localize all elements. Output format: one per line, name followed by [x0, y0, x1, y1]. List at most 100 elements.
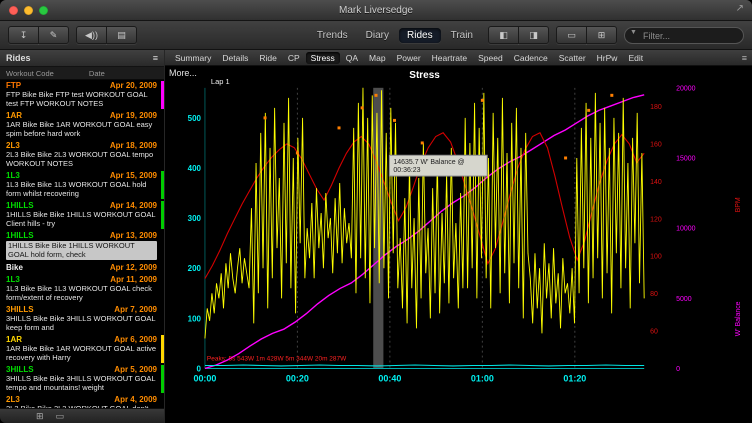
wbal-tick-label: 15000 [676, 155, 696, 162]
chart-tab-bar: SummaryDetailsRideCPStressQAMapPowerHear… [165, 50, 752, 66]
window-title: Mark Liversedge [0, 5, 752, 16]
chart-tab-edit[interactable]: Edit [623, 52, 648, 64]
view-tab-train[interactable]: Train [443, 28, 481, 43]
view-tab-diary[interactable]: Diary [358, 28, 397, 43]
power-tick-label: 100 [188, 314, 202, 323]
ride-list: FTP Apr 20, 2009FTP Bike Bike FTP test WO… [0, 80, 164, 408]
ride-item[interactable]: BikeApr 12, 2009 [0, 262, 164, 274]
ride-date: Apr 19, 2009 [110, 111, 157, 120]
ride-date: Apr 6, 2009 [114, 335, 157, 344]
ride-date: Apr 4, 2009 [114, 395, 157, 404]
chart-tab-speed[interactable]: Speed [473, 52, 508, 64]
sidebar-menu-icon[interactable]: ≡ [153, 53, 158, 63]
ride-description: 3HILLS Bike Bike 3HILLS WORKOUT GOAL tem… [6, 375, 157, 392]
ride-item[interactable]: 2L3 Apr 4, 20092L3 Bike Bike 2L3 WORKOUT … [0, 394, 164, 408]
ride-accent-bar [161, 171, 164, 199]
chart-tab-scatter[interactable]: Scatter [554, 52, 591, 64]
zoom-button[interactable] [39, 6, 48, 15]
close-button[interactable] [9, 6, 18, 15]
folder-icon[interactable]: ▭ [56, 411, 65, 421]
hr-tick-label: 160 [650, 141, 662, 148]
list-view-button[interactable]: ▤ [106, 26, 137, 44]
ride-item[interactable]: 1HILLSApr 13, 20091HILLS Bike Bike 1HILL… [0, 230, 164, 262]
ride-description: 1L3 Bike Bike 1L3 WORKOUT GOAL check for… [6, 285, 157, 302]
x-tick-label: 01:20 [563, 373, 586, 383]
chart-tab-cp[interactable]: CP [283, 52, 305, 64]
ride-code: 1AR [6, 111, 22, 120]
match-marker [375, 94, 378, 97]
chart-tab-details[interactable]: Details [217, 52, 253, 64]
ride-item[interactable]: 1L3Apr 15, 20091L3 Bike Bike 1L3 WORKOUT… [0, 170, 164, 200]
ride-item[interactable]: 2L3Apr 18, 20092L3 Bike Bike 2L3 WORKOUT… [0, 140, 164, 170]
chart-tab-map[interactable]: Map [364, 52, 391, 64]
match-marker [296, 151, 299, 154]
view-tab-trends[interactable]: Trends [309, 28, 356, 43]
chart-tab-ride[interactable]: Ride [254, 52, 281, 64]
stress-chart[interactable]: 00:0000:2000:4001:0001:20010020030040050… [165, 66, 752, 423]
ride-code: 1L3 [6, 171, 20, 180]
ride-accent-bar [161, 365, 164, 393]
view-tab-rides[interactable]: Rides [399, 28, 441, 43]
power-tick-label: 500 [188, 114, 202, 123]
ride-description: 1AR Bike Bike 1AR WORKOUT GOAL easy spim… [6, 121, 157, 138]
ride-description: 1L3 Bike Bike 1L3 WORKOUT GOAL hold form… [6, 181, 157, 198]
ride-accent-bar [161, 81, 164, 109]
chart-tab-power[interactable]: Power [392, 52, 426, 64]
sidebar: Rides ≡ Workout Code Date FTPApr 20, 200… [0, 50, 165, 423]
filter-funnel-icon[interactable]: ▼ [630, 29, 637, 36]
ride-item[interactable]: 3HILLSApr 7, 20093HILLS Bike Bike 3HILLS… [0, 304, 164, 334]
tabbed-view-button[interactable]: ▭ [556, 26, 587, 44]
chart-tab-stress[interactable]: Stress [306, 52, 340, 64]
power-tick-label: 200 [188, 264, 202, 273]
column-date[interactable]: Date [89, 69, 158, 78]
ride-date: Apr 20, 2009 [110, 81, 157, 90]
ride-description: 2L3 Bike Bike 2L3 WORKOUT GOAL don't get… [6, 405, 157, 408]
chart-tab-hrpw[interactable]: HrPw [592, 52, 623, 64]
toolbar: ↧✎ ◀))▤ TrendsDiaryRidesTrain ◧◨ ▭⊞ ▼ [0, 21, 752, 50]
ride-description: 2L3 Bike Bike 2L3 WORKOUT GOAL tempo WOR… [6, 151, 157, 168]
compose-button[interactable]: ✎ [38, 26, 69, 44]
sidebar-toggle-button[interactable]: ◧ [488, 26, 519, 44]
lowbar-toggle-button[interactable]: ◨ [518, 26, 549, 44]
ride-date: Apr 7, 2009 [114, 305, 157, 314]
ride-item[interactable]: 1ARApr 6, 20091AR Bike Bike 1AR WORKOUT … [0, 334, 164, 364]
chart-tab-heartrate[interactable]: Heartrate [427, 52, 472, 64]
ride-description: 3HILLS Bike Bike 3HILLS WORKOUT GOAL kee… [6, 315, 157, 332]
calendar-grid-icon[interactable]: ⊞ [36, 411, 44, 421]
ride-code: 2L3 [6, 395, 20, 404]
minimize-button[interactable] [24, 6, 33, 15]
chart-tab-summary[interactable]: Summary [170, 52, 216, 64]
wbal-tick-label: 5000 [676, 296, 692, 303]
chart-menu-icon[interactable]: ≡ [742, 53, 747, 63]
tiled-view-button[interactable]: ⊞ [586, 26, 617, 44]
sidebar-statusbar: ⊞▭ [0, 408, 164, 423]
ride-item[interactable]: FTP Apr 20, 2009FTP Bike Bike FTP test WO… [0, 80, 164, 110]
toolbar-mid-group: ◀))▤ [76, 26, 137, 44]
ride-item[interactable]: 1HILLSApr 14, 20091HILLS Bike Bike 1HILL… [0, 200, 164, 230]
fullscreen-icon[interactable]: ↗ [736, 3, 744, 15]
ride-code: Bike [6, 263, 23, 272]
match-marker [361, 106, 364, 109]
tooltip-value: 14635.7 W' Balance @ [393, 159, 464, 166]
hr-tick-label: 80 [650, 291, 658, 298]
match-marker [610, 94, 613, 97]
download-button[interactable]: ↧ [8, 26, 39, 44]
ride-description: 1HILLS Bike Bike 1HILLS WORKOUT GOAL Cli… [6, 211, 157, 228]
wbal-tick-label: 0 [676, 366, 680, 373]
power-tick-label: 300 [188, 214, 202, 223]
ride-item[interactable]: 1L3Apr 11, 20091L3 Bike Bike 1L3 WORKOUT… [0, 274, 164, 304]
speaker-button[interactable]: ◀)) [76, 26, 107, 44]
chart-tab-qa[interactable]: QA [341, 52, 363, 64]
wbal-tick-label: 10000 [676, 226, 696, 233]
ride-item[interactable]: 3HILLSApr 5, 20093HILLS Bike Bike 3HILLS… [0, 364, 164, 394]
view-selector: TrendsDiaryRidesTrain [309, 28, 481, 43]
column-workout-code[interactable]: Workout Code [6, 69, 89, 78]
ride-item[interactable]: 1AR Apr 19, 20091AR Bike Bike 1AR WORKOUT… [0, 110, 164, 140]
chart-tab-cadence[interactable]: Cadence [509, 52, 553, 64]
power-tick-label: 400 [188, 164, 202, 173]
ride-description: FTP Bike Bike FTP test WORKOUT GOAL test… [6, 91, 157, 108]
ride-code: 2L3 [6, 141, 20, 150]
filter-input[interactable] [624, 27, 744, 44]
more-label[interactable]: More... [169, 68, 197, 78]
ride-code: FTP [6, 81, 21, 90]
